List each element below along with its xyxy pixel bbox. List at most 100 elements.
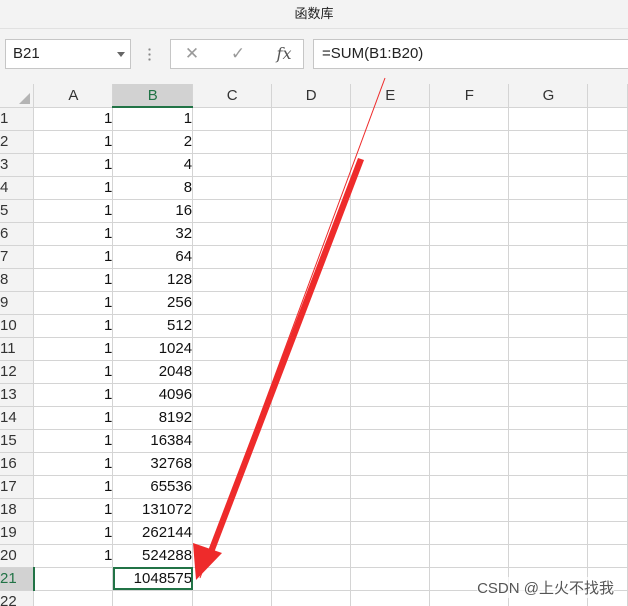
row-header[interactable]: 20 <box>0 544 35 568</box>
empty-cell[interactable] <box>271 245 352 269</box>
empty-cell[interactable] <box>508 314 589 338</box>
empty-cell[interactable] <box>508 176 589 200</box>
empty-cell[interactable] <box>508 360 589 384</box>
row-header[interactable]: 16 <box>0 452 35 476</box>
empty-cell[interactable] <box>192 521 273 545</box>
cell-b[interactable] <box>112 590 194 606</box>
row-header[interactable]: 6 <box>0 222 35 246</box>
cell-a[interactable]: 1 <box>33 107 114 131</box>
cell-a[interactable] <box>33 567 114 591</box>
empty-cell[interactable] <box>587 475 628 499</box>
empty-cell[interactable] <box>429 314 510 338</box>
empty-cell[interactable] <box>429 406 510 430</box>
select-all-corner[interactable] <box>0 84 35 108</box>
empty-cell[interactable] <box>350 360 431 384</box>
empty-cell[interactable] <box>587 130 628 154</box>
empty-cell[interactable] <box>271 153 352 177</box>
empty-cell[interactable] <box>271 498 352 522</box>
cell-a[interactable] <box>33 590 114 606</box>
cell-b[interactable]: 65536 <box>112 475 194 499</box>
empty-cell[interactable] <box>192 360 273 384</box>
empty-cell[interactable] <box>271 337 352 361</box>
row-header[interactable]: 12 <box>0 360 35 384</box>
empty-cell[interactable] <box>429 383 510 407</box>
cancel-icon[interactable]: ✕ <box>177 40 207 68</box>
empty-cell[interactable] <box>350 406 431 430</box>
empty-cell[interactable] <box>587 429 628 453</box>
empty-cell[interactable] <box>429 337 510 361</box>
cell-a[interactable]: 1 <box>33 268 114 292</box>
empty-cell[interactable] <box>587 291 628 315</box>
empty-cell[interactable] <box>350 521 431 545</box>
empty-cell[interactable] <box>508 475 589 499</box>
cell-a[interactable]: 1 <box>33 498 114 522</box>
empty-cell[interactable] <box>271 107 352 131</box>
empty-cell[interactable] <box>271 291 352 315</box>
cell-a[interactable]: 1 <box>33 291 114 315</box>
empty-cell[interactable] <box>587 107 628 131</box>
empty-cell[interactable] <box>350 291 431 315</box>
cell-b[interactable]: 8 <box>112 176 194 200</box>
row-header[interactable]: 1 <box>0 107 35 131</box>
cell-b[interactable]: 8192 <box>112 406 194 430</box>
empty-cell[interactable] <box>192 199 273 223</box>
empty-cell[interactable] <box>350 130 431 154</box>
cell-b[interactable]: 16384 <box>112 429 194 453</box>
cell-a[interactable]: 1 <box>33 475 114 499</box>
cell-b[interactable]: 128 <box>112 268 194 292</box>
cell-b[interactable]: 1024 <box>112 337 194 361</box>
empty-cell[interactable] <box>508 291 589 315</box>
cell-a[interactable]: 1 <box>33 222 114 246</box>
column-header-e[interactable]: E <box>350 84 431 108</box>
name-box[interactable]: B21 <box>5 39 131 69</box>
empty-cell[interactable] <box>429 199 510 223</box>
empty-cell[interactable] <box>587 452 628 476</box>
cell-a[interactable]: 1 <box>33 452 114 476</box>
empty-cell[interactable] <box>587 268 628 292</box>
empty-cell[interactable] <box>350 429 431 453</box>
row-header[interactable]: 8 <box>0 268 35 292</box>
empty-cell[interactable] <box>271 383 352 407</box>
empty-cell[interactable] <box>192 590 273 606</box>
cell-a[interactable]: 1 <box>33 360 114 384</box>
row-header[interactable]: 4 <box>0 176 35 200</box>
row-header[interactable]: 9 <box>0 291 35 315</box>
cell-a[interactable]: 1 <box>33 406 114 430</box>
row-header[interactable]: 10 <box>0 314 35 338</box>
chevron-down-icon[interactable] <box>117 52 125 57</box>
row-header[interactable]: 18 <box>0 498 35 522</box>
empty-cell[interactable] <box>429 452 510 476</box>
empty-cell[interactable] <box>350 107 431 131</box>
enter-icon[interactable]: ✓ <box>223 40 253 68</box>
empty-cell[interactable] <box>508 245 589 269</box>
cell-b[interactable]: 2048 <box>112 360 194 384</box>
row-header[interactable]: 17 <box>0 475 35 499</box>
empty-cell[interactable] <box>271 452 352 476</box>
empty-cell[interactable] <box>192 337 273 361</box>
empty-cell[interactable] <box>587 176 628 200</box>
empty-cell[interactable] <box>429 268 510 292</box>
empty-cell[interactable] <box>508 544 589 568</box>
empty-cell[interactable] <box>192 245 273 269</box>
empty-cell[interactable] <box>429 130 510 154</box>
empty-cell[interactable] <box>508 153 589 177</box>
empty-cell[interactable] <box>429 222 510 246</box>
row-header[interactable]: 11 <box>0 337 35 361</box>
empty-cell[interactable] <box>271 544 352 568</box>
row-header[interactable]: 13 <box>0 383 35 407</box>
cell-b[interactable]: 64 <box>112 245 194 269</box>
empty-cell[interactable] <box>587 153 628 177</box>
cell-b[interactable]: 16 <box>112 199 194 223</box>
empty-cell[interactable] <box>192 498 273 522</box>
empty-cell[interactable] <box>429 176 510 200</box>
row-header[interactable]: 15 <box>0 429 35 453</box>
empty-cell[interactable] <box>429 475 510 499</box>
empty-cell[interactable] <box>192 291 273 315</box>
empty-cell[interactable] <box>508 406 589 430</box>
empty-cell[interactable] <box>429 544 510 568</box>
column-header-a[interactable]: A <box>33 84 114 108</box>
empty-cell[interactable] <box>508 130 589 154</box>
cell-b[interactable]: 4 <box>112 153 194 177</box>
empty-cell[interactable] <box>271 314 352 338</box>
empty-cell[interactable] <box>192 153 273 177</box>
